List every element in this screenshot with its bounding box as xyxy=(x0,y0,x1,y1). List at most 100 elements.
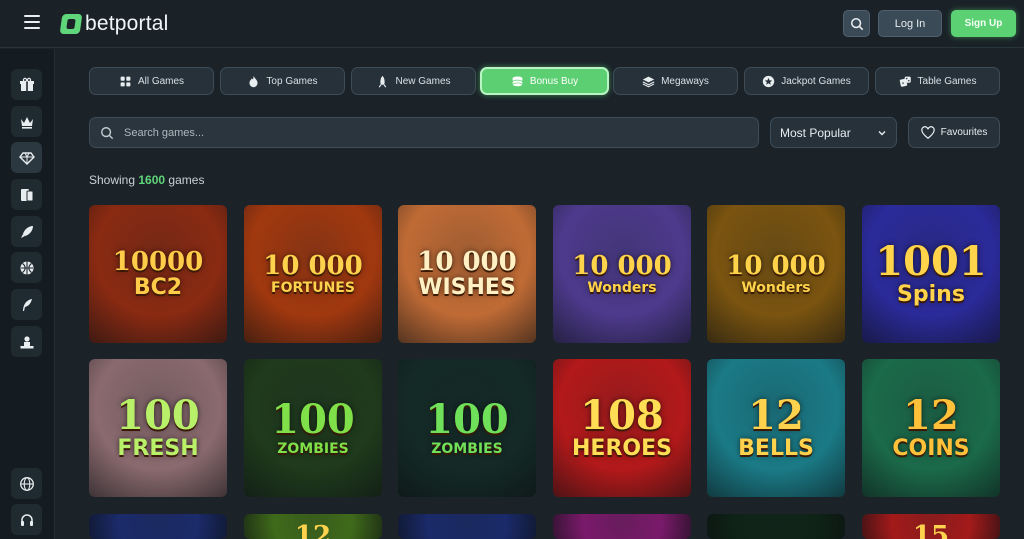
login-button[interactable]: Log In xyxy=(878,10,942,37)
top-header: betportal Log In Sign Up xyxy=(0,0,1024,48)
game-title-line2: Wonders xyxy=(587,280,657,296)
tab-label: New Games xyxy=(395,75,451,87)
coins-icon xyxy=(512,75,523,87)
tab-label: Jackpot Games xyxy=(781,75,851,87)
game-tile[interactable] xyxy=(707,514,845,539)
game-title-line2: Spins xyxy=(897,282,965,307)
logo-mark-icon xyxy=(59,14,83,34)
game-title-line2: BC2 xyxy=(133,275,183,300)
game-title-line1: 15 xyxy=(912,520,950,539)
game-title-line1: 10 000 xyxy=(572,251,672,281)
game-tile[interactable]: 100 ZOMBIES xyxy=(398,359,536,497)
search-icon xyxy=(850,17,863,30)
game-tile[interactable] xyxy=(398,514,536,539)
game-title-line1: 100 xyxy=(425,396,509,443)
game-tile[interactable] xyxy=(553,514,691,539)
star-icon xyxy=(763,75,775,87)
search-icon xyxy=(101,126,114,139)
tab-table-games[interactable]: Table Games xyxy=(875,67,1000,95)
game-title-line1: 10 000 xyxy=(726,251,826,281)
tab-label: Bonus Buy xyxy=(529,75,579,87)
game-tile[interactable]: 10000 BC2 xyxy=(89,205,227,343)
sidebar-item-language[interactable] xyxy=(11,468,42,499)
game-title-line1: 12 xyxy=(748,392,804,439)
sort-selected-value: Most Popular xyxy=(780,125,851,140)
headset-icon xyxy=(20,513,33,526)
tab-megaways[interactable]: Megaways xyxy=(613,67,738,95)
sidebar-item-live-casino[interactable] xyxy=(11,179,42,210)
tab-top-games[interactable]: Top Games xyxy=(220,67,345,95)
game-tile[interactable]: 12 COINS xyxy=(862,359,1000,497)
tab-new-games[interactable]: New Games xyxy=(351,67,476,95)
game-title-line2: COINS xyxy=(892,436,970,461)
heart-icon xyxy=(920,125,935,139)
menu-icon[interactable] xyxy=(24,15,40,29)
diamond-icon xyxy=(18,151,35,165)
game-title-line1: 1001 xyxy=(875,238,987,285)
grid-icon xyxy=(120,76,131,86)
game-title-line2: ZOMBIES xyxy=(277,441,349,457)
game-tile[interactable] xyxy=(89,514,227,539)
dealer-icon xyxy=(20,335,33,348)
sidebar xyxy=(0,49,55,539)
sort-dropdown[interactable]: Most Popular xyxy=(770,117,897,148)
signup-button[interactable]: Sign Up xyxy=(951,10,1016,37)
game-tile[interactable]: 10 000 WISHES xyxy=(398,205,536,343)
sidebar-item-dealer[interactable] xyxy=(11,326,42,357)
game-tile[interactable]: 12 BELLS xyxy=(707,359,845,497)
rocket-icon xyxy=(379,75,387,88)
game-tile[interactable]: 10 000 Wonders xyxy=(553,205,691,343)
game-tile[interactable]: 1001 Spins xyxy=(862,205,1000,343)
game-title-line1: 108 xyxy=(580,392,664,439)
game-title-line2: FRESH xyxy=(117,436,199,461)
game-search-box[interactable] xyxy=(89,117,759,148)
crown-icon xyxy=(20,116,33,129)
game-title-line1: 100 xyxy=(116,392,200,439)
sidebar-item-support[interactable] xyxy=(11,504,42,535)
game-tile[interactable]: 108 HEROES xyxy=(553,359,691,497)
game-title-line2: Wonders xyxy=(741,280,811,296)
game-tile[interactable]: 10 000 FORTUNES xyxy=(244,205,382,343)
favourites-button[interactable]: Favourites xyxy=(908,117,1000,148)
game-title-line1: 12 xyxy=(903,392,959,439)
leaf-icon xyxy=(22,298,32,311)
logo[interactable]: betportal xyxy=(59,12,169,36)
game-tile[interactable]: 12 xyxy=(244,514,382,539)
header-search-button[interactable] xyxy=(843,10,870,37)
game-title-line2: WISHES xyxy=(418,275,516,300)
sidebar-item-casino[interactable] xyxy=(11,142,42,173)
game-tile[interactable]: 100 ZOMBIES xyxy=(244,359,382,497)
game-title-line2: HEROES xyxy=(572,436,672,461)
game-tile[interactable]: 10 000 Wonders xyxy=(707,205,845,343)
rocket-icon xyxy=(20,225,33,238)
game-title-line1: 100 xyxy=(271,396,355,443)
game-title-line1: 12 xyxy=(294,520,332,539)
game-tile[interactable]: 15 xyxy=(862,514,1000,539)
ball-icon xyxy=(20,261,33,274)
tab-label: Megaways xyxy=(661,75,709,87)
tab-label: Table Games xyxy=(917,75,977,87)
cards-icon xyxy=(20,188,33,201)
layers-icon xyxy=(642,76,655,87)
tab-label: All Games xyxy=(137,75,185,87)
chevron-down-icon xyxy=(878,130,886,135)
dice-icon xyxy=(899,76,911,87)
tab-label: Top Games xyxy=(266,75,318,87)
sidebar-item-esports[interactable] xyxy=(11,289,42,320)
game-title-line1: 10 000 xyxy=(263,251,363,281)
tab-all-games[interactable]: All Games xyxy=(89,67,214,95)
search-input[interactable] xyxy=(124,126,724,139)
tab-jackpot-games[interactable]: Jackpot Games xyxy=(744,67,869,95)
favourites-label: Favourites xyxy=(940,127,988,138)
logo-text: betportal xyxy=(85,12,169,35)
sidebar-item-sports[interactable] xyxy=(11,252,42,283)
game-title-line2: ZOMBIES xyxy=(431,441,503,457)
game-tile[interactable]: 100 FRESH xyxy=(89,359,227,497)
game-title-line1: 10 000 xyxy=(417,247,517,277)
sidebar-item-promotions[interactable] xyxy=(11,69,42,100)
results-count: Showing 1600 games xyxy=(89,173,205,187)
sidebar-item-crash[interactable] xyxy=(11,216,42,247)
sidebar-item-vip[interactable] xyxy=(11,106,42,137)
tab-bonus-buy[interactable]: Bonus Buy xyxy=(480,67,609,95)
game-title-line2: FORTUNES xyxy=(271,280,355,296)
